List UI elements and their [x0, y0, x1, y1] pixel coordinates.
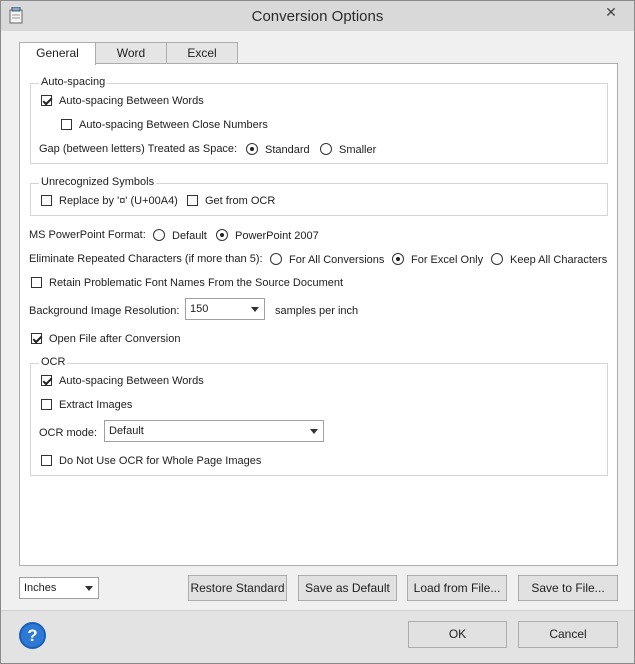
- gap-label: Gap (between letters) Treated as Space:: [39, 143, 238, 155]
- close-icon[interactable]: ✕: [588, 1, 634, 23]
- retain-fonts-checkbox[interactable]: Retain Problematic Font Names From the S…: [31, 277, 343, 290]
- ocr-mode-select[interactable]: Default: [104, 420, 324, 442]
- title-bar: Conversion Options ✕: [1, 1, 634, 31]
- eliminate-label: Eliminate Repeated Characters (if more t…: [29, 253, 263, 265]
- eliminate-excel-radio[interactable]: For Excel Only: [392, 253, 483, 267]
- gap-standard-radio[interactable]: Standard: [246, 143, 310, 157]
- ocr-mode-label: OCR mode:: [39, 427, 98, 439]
- ok-button[interactable]: OK: [408, 621, 507, 648]
- units-select[interactable]: Inches: [19, 577, 99, 599]
- checkbox-box[interactable]: [41, 399, 52, 410]
- unrecognized-group-title: Unrecognized Symbols: [39, 176, 157, 188]
- ocr-autospacing-checkbox[interactable]: Auto-spacing Between Words: [41, 375, 204, 388]
- autospacing-group-title: Auto-spacing: [39, 76, 108, 88]
- extract-images-checkbox[interactable]: Extract Images: [41, 399, 132, 412]
- checkbox-box[interactable]: [41, 95, 52, 106]
- bg-resolution-select[interactable]: 150: [185, 298, 265, 320]
- checkbox-box[interactable]: [41, 455, 52, 466]
- radio-circle[interactable]: [491, 253, 503, 265]
- radio-label: Smaller: [339, 144, 377, 156]
- checkbox-box[interactable]: [41, 375, 52, 386]
- tab-general[interactable]: General: [19, 42, 96, 65]
- chevron-down-icon: [85, 586, 93, 591]
- general-panel: Auto-spacing Auto-spacing Between Words …: [19, 63, 618, 566]
- ocr-mode-value: Default: [109, 425, 144, 437]
- ppt-format-label: MS PowerPoint Format:: [29, 229, 146, 241]
- checkbox-label: Do Not Use OCR for Whole Page Images: [59, 455, 262, 467]
- checkbox-label: Open File after Conversion: [49, 333, 181, 345]
- replace-by-checkbox[interactable]: Replace by '¤' (U+00A4): [41, 195, 178, 208]
- radio-label: PowerPoint 2007: [235, 230, 319, 242]
- ocr-group-title: OCR: [39, 356, 68, 368]
- ppt-default-radio[interactable]: Default: [153, 229, 207, 243]
- checkbox-label: Extract Images: [59, 399, 133, 411]
- no-ocr-whole-page-checkbox[interactable]: Do Not Use OCR for Whole Page Images: [41, 455, 261, 468]
- help-icon[interactable]: ?: [19, 622, 46, 649]
- units-value: Inches: [24, 582, 57, 594]
- cancel-button[interactable]: Cancel: [518, 621, 618, 648]
- save-as-default-button[interactable]: Save as Default: [298, 575, 397, 601]
- checkbox-box[interactable]: [31, 333, 42, 344]
- window-title: Conversion Options: [251, 8, 384, 25]
- radio-circle[interactable]: [270, 253, 282, 265]
- autospacing-between-words-checkbox[interactable]: Auto-spacing Between Words: [41, 95, 204, 108]
- load-from-file-button[interactable]: Load from File...: [407, 575, 507, 601]
- checkbox-label: Auto-spacing Between Words: [59, 95, 204, 107]
- radio-label: Standard: [265, 144, 310, 156]
- radio-circle[interactable]: [320, 143, 332, 155]
- restore-standard-button[interactable]: Restore Standard: [188, 575, 287, 601]
- checkbox-box[interactable]: [61, 119, 72, 130]
- eliminate-all-radio[interactable]: For All Conversions: [270, 253, 384, 267]
- bg-resolution-unit: samples per inch: [275, 305, 359, 317]
- ppt-2007-radio[interactable]: PowerPoint 2007: [216, 229, 319, 243]
- checkbox-box[interactable]: [187, 195, 198, 206]
- checkbox-label: Replace by '¤' (U+00A4): [59, 195, 178, 207]
- get-from-ocr-checkbox[interactable]: Get from OCR: [187, 195, 275, 208]
- radio-circle[interactable]: [153, 229, 165, 241]
- bg-resolution-label: Background Image Resolution:: [29, 305, 180, 317]
- radio-circle[interactable]: [392, 253, 404, 265]
- autospacing-close-numbers-checkbox[interactable]: Auto-spacing Between Close Numbers: [61, 119, 268, 132]
- checkbox-label: Auto-spacing Between Words: [59, 375, 204, 387]
- radio-label: Default: [172, 230, 207, 242]
- tab-word[interactable]: Word: [95, 42, 167, 64]
- radio-circle[interactable]: [246, 143, 258, 155]
- conversion-options-dialog: Conversion Options ✕ General Word Excel …: [0, 0, 635, 664]
- bg-resolution-value: 150: [190, 303, 209, 315]
- save-to-file-button[interactable]: Save to File...: [518, 575, 618, 601]
- gap-smaller-radio[interactable]: Smaller: [320, 143, 376, 157]
- chevron-down-icon: [251, 307, 259, 312]
- checkbox-label: Retain Problematic Font Names From the S…: [49, 277, 344, 289]
- checkbox-box[interactable]: [31, 277, 42, 288]
- radio-label: For All Conversions: [289, 254, 385, 266]
- tab-excel[interactable]: Excel: [166, 42, 238, 64]
- eliminate-keep-radio[interactable]: Keep All Characters: [491, 253, 607, 267]
- radio-label: Keep All Characters: [510, 254, 608, 266]
- checkbox-box[interactable]: [41, 195, 52, 206]
- checkbox-label: Auto-spacing Between Close Numbers: [79, 119, 268, 131]
- chevron-down-icon: [310, 429, 318, 434]
- open-after-conversion-checkbox[interactable]: Open File after Conversion: [31, 333, 180, 346]
- checkbox-label: Get from OCR: [205, 195, 276, 207]
- radio-label: For Excel Only: [411, 254, 484, 266]
- radio-circle[interactable]: [216, 229, 228, 241]
